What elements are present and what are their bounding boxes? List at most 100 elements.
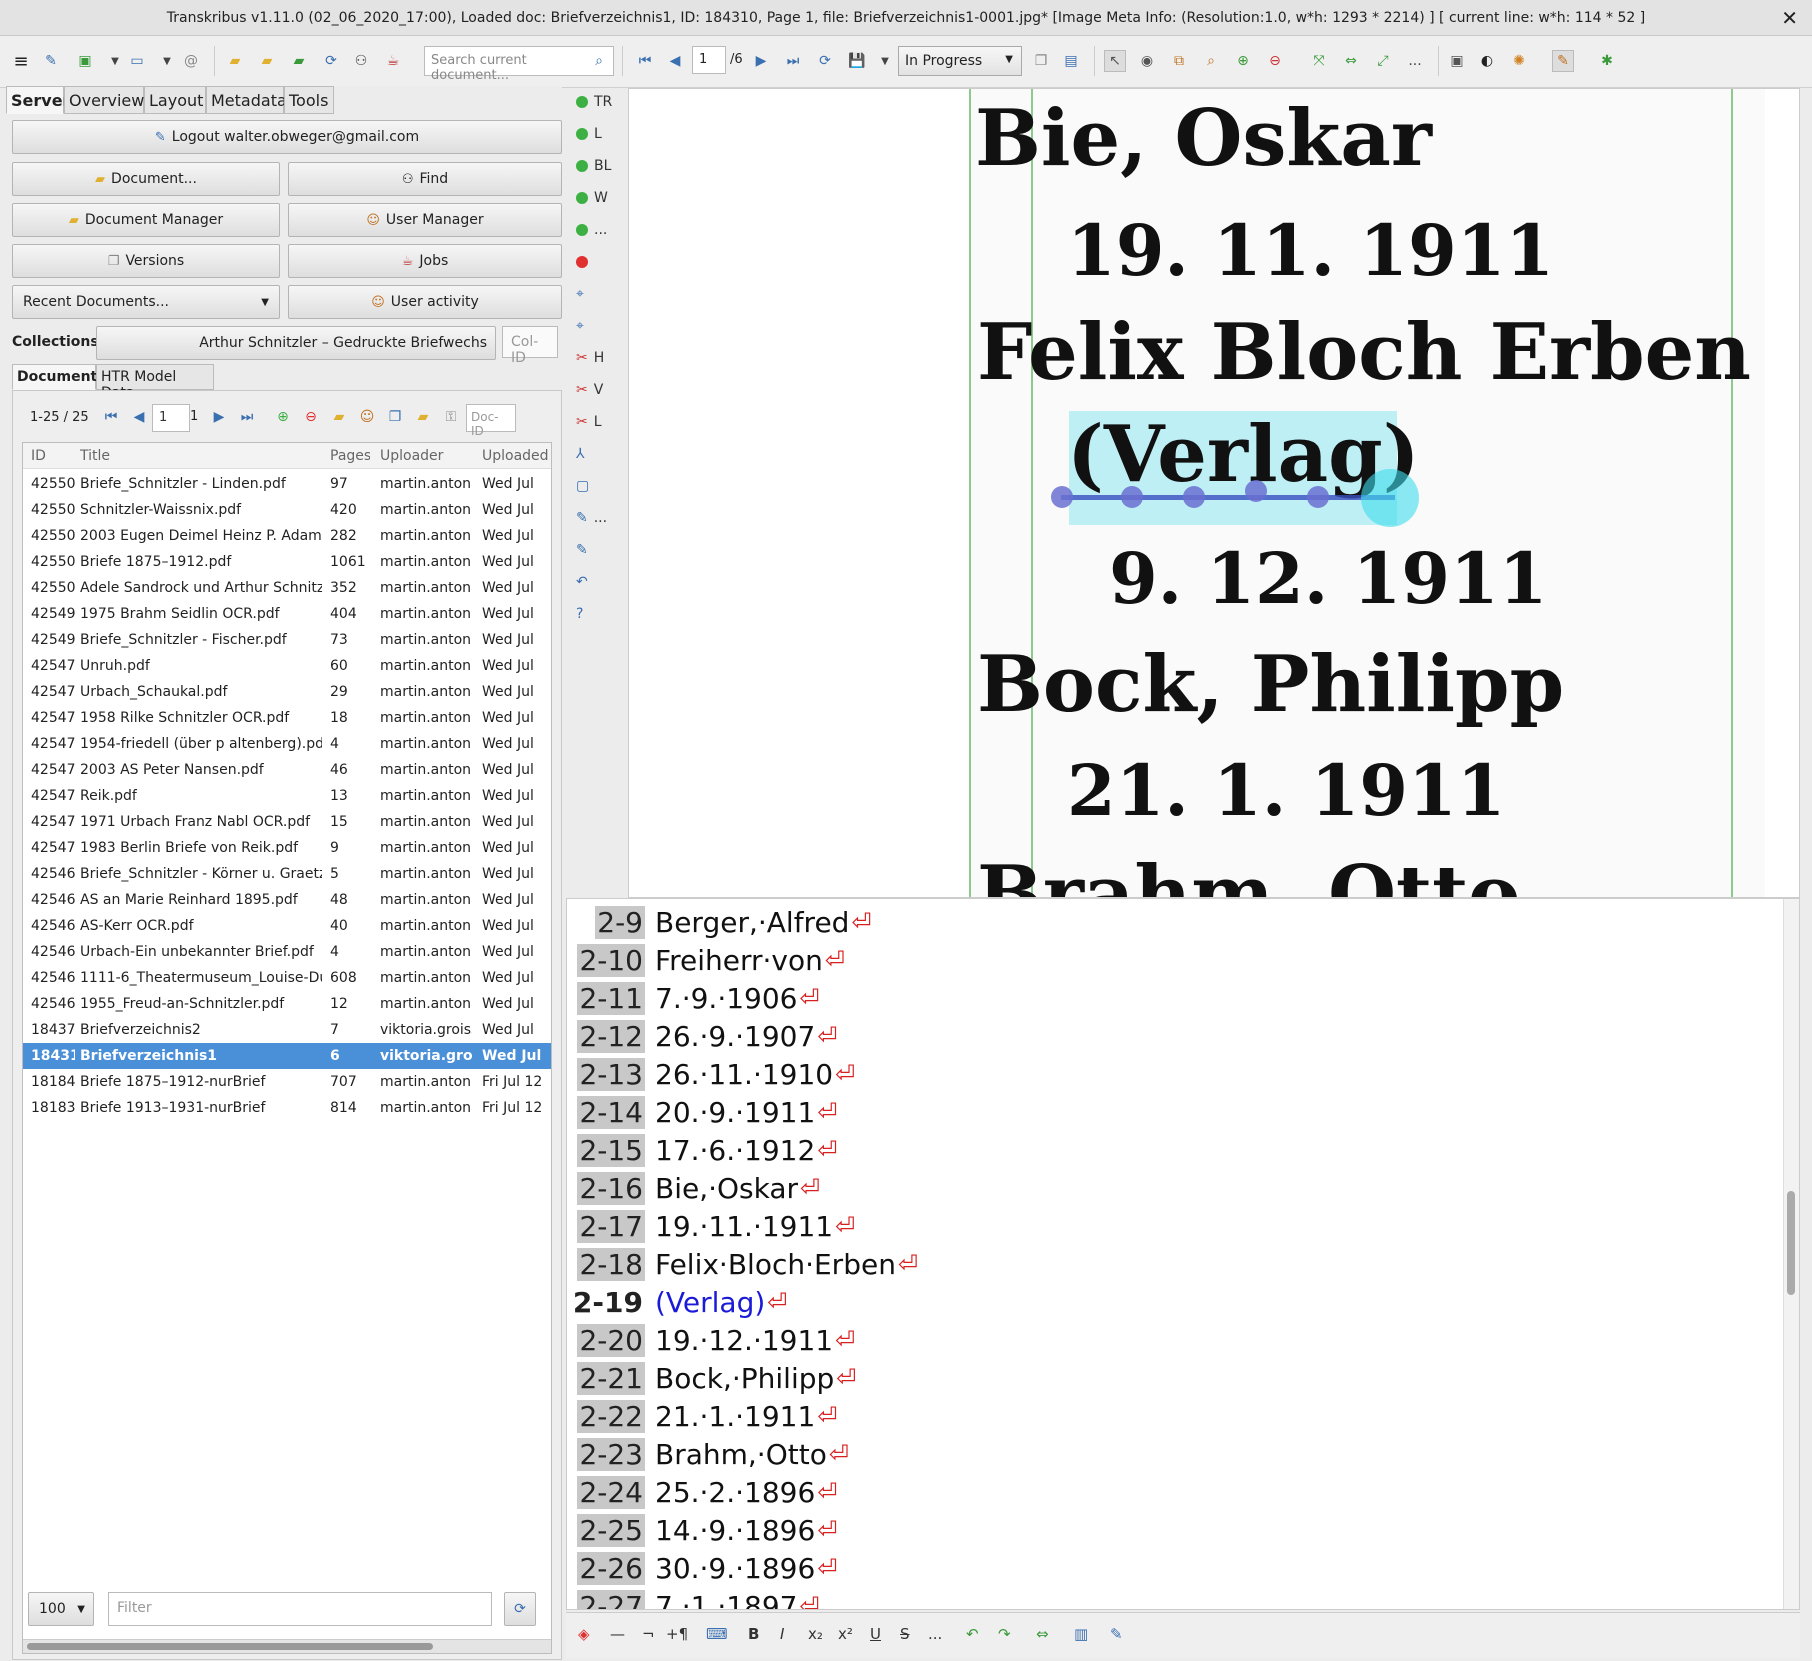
transcription-line[interactable]: 2-15 17.·6.·1912 ⏎ <box>567 1131 837 1169</box>
merge-icon[interactable]: ⅄ <box>576 442 620 466</box>
table-row[interactable]: 42546 1111-6_Theatermuseum_Louise-Dumc 608… <box>23 965 551 991</box>
fit-height-icon[interactable]: ⤢ <box>1372 50 1394 72</box>
table-row[interactable]: 42546 1955_Freud-an-Schnitzler.pdf 12 marti… <box>23 991 551 1017</box>
refresh-button[interactable]: ⟳ <box>504 1592 536 1626</box>
tab-overview[interactable]: Overview <box>64 86 144 114</box>
transcription-line[interactable]: 2-21 Bock,·Philipp ⏎ <box>567 1359 856 1397</box>
doc-page-input[interactable]: 1 <box>152 404 190 432</box>
next-page-icon[interactable]: ▶ <box>750 50 772 72</box>
add-icon[interactable]: ⊕ <box>272 406 294 428</box>
more-icon[interactable]: ... <box>1404 50 1426 72</box>
transcription-line[interactable]: 2-16 Bie,·Oskar ⏎ <box>567 1169 820 1207</box>
more-button[interactable]: ... <box>928 1625 942 1643</box>
contrast-icon[interactable]: ◐ <box>1476 50 1498 72</box>
user-manager-button[interactable]: ☺ User Manager <box>288 203 562 237</box>
baseline-point[interactable] <box>1245 480 1267 502</box>
first-page-icon[interactable]: ⏮ <box>100 406 122 428</box>
transcription-line[interactable]: 2-9 Berger,·Alfred ⏎ <box>567 903 872 941</box>
redo-icon[interactable]: ↷ <box>998 1625 1011 1643</box>
tab-documents[interactable]: Documents <box>12 364 106 390</box>
status-select[interactable]: In Progress ▼ <box>898 46 1022 76</box>
collection-select[interactable]: Arthur Schnitzler – Gedruckte Briefwechs <box>96 326 496 360</box>
bold-button[interactable]: B <box>748 1625 759 1643</box>
zoom-icon[interactable]: ⌕ <box>1200 50 1222 72</box>
page-number-input[interactable]: 1 <box>692 46 726 74</box>
transcription-line[interactable]: 2-11 7.·9.·1906 ⏎ <box>567 979 820 1017</box>
table-row[interactable]: 42546 Urbach-Ein unbekannter Brief.pdf 4 ma… <box>23 939 551 965</box>
baseline[interactable] <box>1061 495 1395 500</box>
baseline-point[interactable] <box>1183 486 1205 508</box>
bug-icon[interactable]: ✱ <box>1596 50 1618 72</box>
table-row[interactable]: 18184 Briefe 1875–1912-nurBrief 707 martin.… <box>23 1069 551 1095</box>
table-row[interactable]: 42550 Briefe 1875–1912.pdf 1061 martin.anto… <box>23 549 551 575</box>
add-baseline-icon[interactable]: BL <box>576 154 620 178</box>
close-icon[interactable]: ✕ <box>1781 6 1798 30</box>
logout-button[interactable]: ✎ Logout walter.obweger@gmail.com <box>12 120 562 154</box>
transcription-line[interactable]: 2-20 19.·12.·1911 ⏎ <box>567 1321 855 1359</box>
scrollbar-thumb[interactable] <box>27 1643 433 1650</box>
table-row[interactable]: 42547 Urbach_Schaukal.pdf 29 martin.anton.n… <box>23 679 551 705</box>
menu-icon[interactable]: ≡ <box>10 50 32 72</box>
dropdown-arrow-icon[interactable]: ▼ <box>104 50 126 72</box>
add-line-icon[interactable]: L <box>576 122 620 146</box>
table-row[interactable]: 18431 Briefverzeichnis1 6 viktoria.groiss We… <box>23 1043 551 1069</box>
document-button[interactable]: ▰ Document... <box>12 162 280 196</box>
zoom-out-icon[interactable]: ⊖ <box>1264 50 1286 72</box>
subscript-button[interactable]: x₂ <box>808 1625 823 1643</box>
column-title[interactable]: Title <box>80 448 322 464</box>
user-activity-button[interactable]: ☺ User activity <box>288 285 562 319</box>
jobs-button[interactable]: ☕ Jobs <box>288 244 562 278</box>
save-icon[interactable]: 💾 <box>846 50 868 72</box>
edit-mode-icon[interactable]: ✎ <box>1552 50 1574 72</box>
remove-icon[interactable]: ⊖ <box>300 406 322 428</box>
edit-more-icon[interactable]: ✎... <box>576 506 620 530</box>
image-canvas[interactable]: Bie, Oskar 19. 11. 1911 Felix Bloch Erbe… <box>628 88 1800 898</box>
colid-input[interactable]: Col-ID <box>502 326 558 366</box>
page-size-select[interactable]: 100 ▼ <box>28 1592 94 1626</box>
layout-icon[interactable]: ▥ <box>1074 1625 1088 1643</box>
next-page-icon[interactable]: ▶ <box>208 406 230 428</box>
search-icon[interactable]: ⌕ <box>588 50 610 72</box>
folder-icon[interactable]: ▰ <box>224 50 246 72</box>
table-row[interactable]: 18437 Briefverzeichnis2 7 viktoria.groiss(W… <box>23 1017 551 1043</box>
filter-input[interactable]: Filter <box>108 1592 492 1626</box>
lock-icon[interactable]: ⚿ <box>440 406 462 428</box>
settings-icon[interactable]: ✎ <box>576 538 620 562</box>
page-icon[interactable]: ▤ <box>1060 50 1082 72</box>
transcription-line[interactable]: 2-12 26.·9.·1907 ⏎ <box>567 1017 837 1055</box>
add-more-icon[interactable]: ... <box>576 218 620 242</box>
select-region-icon[interactable]: ▢ <box>576 474 620 498</box>
clear-icon[interactable]: ◈ <box>578 1625 590 1643</box>
table-row[interactable]: 42550 Adele Sandrock und Arthur Schnitzle… <box>23 575 551 601</box>
undo-icon[interactable]: ↶ <box>966 1625 979 1643</box>
transcription-line[interactable]: 2-25 14.·9.·1896 ⏎ <box>567 1511 837 1549</box>
table-row[interactable]: 42547 1971 Urbach Franz Nabl OCR.pdf 15 mar… <box>23 809 551 835</box>
refresh-icon[interactable]: ⟳ <box>320 50 342 72</box>
tab-metadata[interactable]: Metadata <box>206 86 287 114</box>
transcription-line[interactable]: 2-26 30.·9.·1896 ⏎ <box>567 1549 837 1587</box>
split-line-icon[interactable]: ✂ L <box>576 410 620 434</box>
table-row[interactable]: 42547 1954-friedell (über p altenberg).pd… <box>23 731 551 757</box>
remove-point-icon[interactable]: ⌖ <box>576 314 620 338</box>
tab-htr-model-data[interactable]: HTR Model Data <box>96 364 214 401</box>
table-row[interactable]: 42546 AS-Kerr OCR.pdf 40 martin.anton.n Wed … <box>23 913 551 939</box>
table-row[interactable]: 42549 Briefe_Schnitzler - Fischer.pdf 73 ma… <box>23 627 551 653</box>
scrollbar-thumb[interactable] <box>1787 1191 1795 1295</box>
user-icon[interactable]: ☺ <box>356 406 378 428</box>
fit-width-icon[interactable]: ⇔ <box>1340 50 1362 72</box>
binoculars-icon[interactable]: ⚇ <box>350 50 372 72</box>
keyboard-icon[interactable]: ⌨ <box>706 1625 728 1643</box>
tab-server[interactable]: Server <box>6 86 70 114</box>
baseline-point[interactable] <box>1051 486 1073 508</box>
table-row[interactable]: 42546 AS an Marie Reinhard 1895.pdf 48 mart… <box>23 887 551 913</box>
tab-tools[interactable]: Tools <box>284 86 334 114</box>
first-page-icon[interactable]: ⏮ <box>634 50 656 72</box>
transcription-line[interactable]: 2-13 26.·11.·1910 ⏎ <box>567 1055 855 1093</box>
horizontal-scrollbar[interactable] <box>23 1639 551 1653</box>
layers-icon[interactable]: ⧉ <box>1168 50 1190 72</box>
table-row[interactable]: 42547 1958 Rilke Schnitzler OCR.pdf 18 mart… <box>23 705 551 731</box>
table-row[interactable]: 42550 Schnitzler-Waissnix.pdf 420 martin.an… <box>23 497 551 523</box>
underline-button[interactable]: U <box>870 1625 881 1643</box>
table-row[interactable]: 42547 2003 AS Peter Nansen.pdf 46 martin.an… <box>23 757 551 783</box>
table-row[interactable]: 42549 1975 Brahm Seidlin OCR.pdf 404 martin… <box>23 601 551 627</box>
